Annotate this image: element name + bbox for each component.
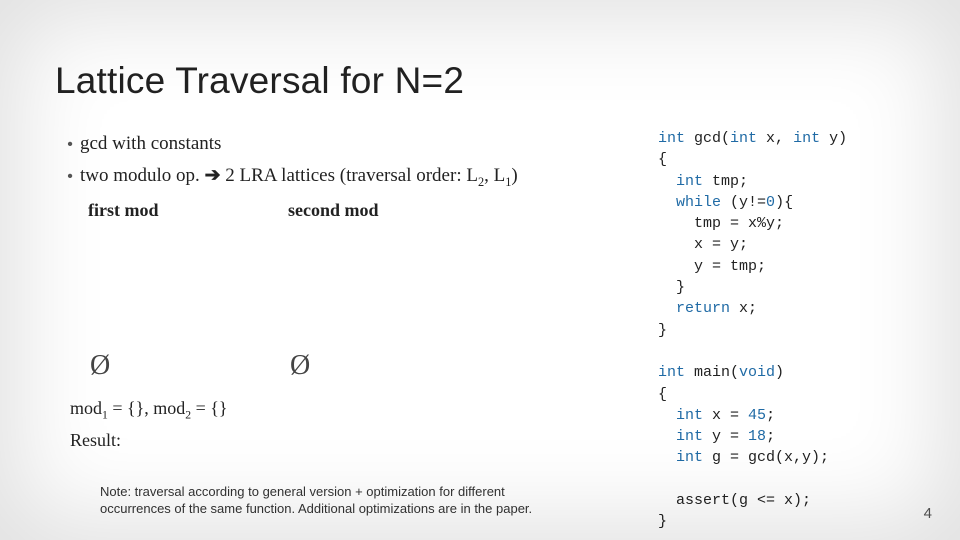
code-t: x; xyxy=(730,300,757,317)
code-t: tmp = x%y; xyxy=(658,215,784,232)
num: 45 xyxy=(748,407,766,424)
modline-mid: = {}, mod xyxy=(108,398,185,418)
head-first-mod: first mod xyxy=(88,200,288,221)
bullet-2-posta: 2 LRA lattices (traversal order: L xyxy=(220,165,477,186)
emptyset-1: Ø xyxy=(90,350,290,382)
column-heads: first mod second mod xyxy=(88,200,488,221)
num: 18 xyxy=(748,428,766,445)
code-t: x = xyxy=(703,407,748,424)
code-t: tmp; xyxy=(703,173,748,190)
code-t: ){ xyxy=(775,194,793,211)
bullet-list: • gcd with constants • two modulo op. ➔ … xyxy=(60,130,620,195)
modline-pre: mod xyxy=(70,398,102,418)
kw-int: int xyxy=(676,173,703,190)
bullet-2-close: ) xyxy=(511,165,517,186)
kw-int: int xyxy=(658,130,685,147)
emptyset-icon: Ø xyxy=(90,350,110,381)
slide: Lattice Traversal for N=2 • gcd with con… xyxy=(0,0,960,540)
kw-while: while xyxy=(676,194,721,211)
head-second-mod: second mod xyxy=(288,200,488,221)
code-t: { xyxy=(658,151,667,168)
bullet-2-mid: , L xyxy=(484,165,505,186)
bullet-2: • two modulo op. ➔ 2 LRA lattices (trave… xyxy=(60,162,620,192)
code-t: } xyxy=(658,279,685,296)
emptyset-icon: Ø xyxy=(290,350,310,381)
kw-int: int xyxy=(676,449,703,466)
emptyset-2: Ø xyxy=(290,350,490,382)
bullet-dot-icon: • xyxy=(60,133,80,156)
code-t: (y!= xyxy=(721,194,766,211)
kw-int: int xyxy=(658,364,685,381)
code-t: y = tmp; xyxy=(658,258,766,275)
bullet-dot-icon: • xyxy=(60,165,80,188)
bullet-2-pre: two modulo op. xyxy=(80,165,205,186)
code-t: x, xyxy=(757,130,793,147)
arrow-icon: ➔ xyxy=(205,165,221,186)
bullet-2-text: two modulo op. ➔ 2 LRA lattices (travers… xyxy=(80,162,620,192)
emptyset-row: Ø Ø xyxy=(90,350,490,382)
bullet-1: • gcd with constants xyxy=(60,130,620,158)
code-t: main( xyxy=(685,364,739,381)
code-t: x = y; xyxy=(658,236,748,253)
slide-title: Lattice Traversal for N=2 xyxy=(55,60,464,102)
code-t: } xyxy=(658,513,667,530)
kw-int: int xyxy=(676,428,703,445)
code-t: ; xyxy=(766,428,775,445)
code-t: y) xyxy=(820,130,847,147)
modline-post: = {} xyxy=(191,398,227,418)
code-block: int gcd(int x, int y) { int tmp; while (… xyxy=(658,128,847,533)
code-t: assert(g <= x); xyxy=(658,492,811,509)
bullet-1-text: gcd with constants xyxy=(80,130,620,158)
code-t: { xyxy=(658,386,667,403)
kw-int: int xyxy=(793,130,820,147)
mod-assignments: mod1 = {}, mod2 = {} xyxy=(70,398,228,422)
kw-return: return xyxy=(676,300,730,317)
code-t: gcd( xyxy=(685,130,730,147)
code-t: } xyxy=(658,322,667,339)
result-label: Result: xyxy=(70,430,121,451)
code-t: g = gcd(x,y); xyxy=(703,449,829,466)
code-t: ) xyxy=(775,364,784,381)
kw-void: void xyxy=(739,364,775,381)
code-t: ; xyxy=(766,407,775,424)
num: 0 xyxy=(766,194,775,211)
code-t: y = xyxy=(703,428,748,445)
footnote: Note: traversal according to general ver… xyxy=(100,484,560,518)
page-number: 4 xyxy=(924,505,932,522)
kw-int: int xyxy=(730,130,757,147)
kw-int: int xyxy=(676,407,703,424)
